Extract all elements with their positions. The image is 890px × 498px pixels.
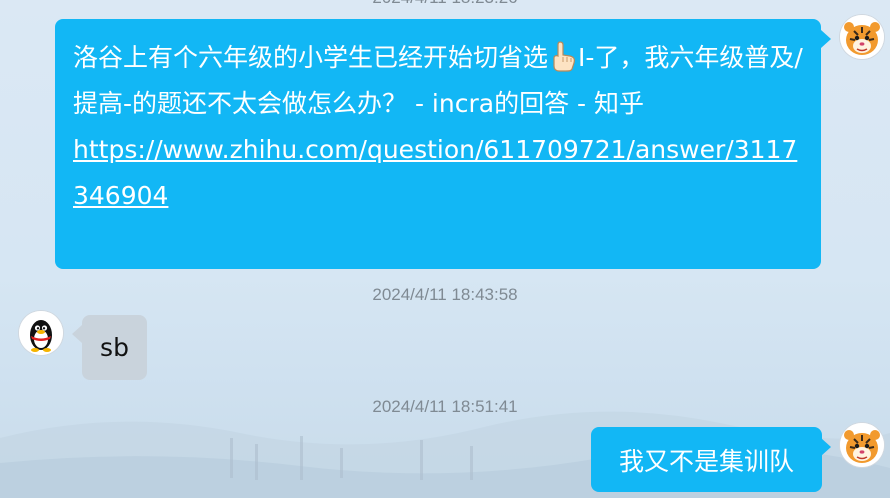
tiger-avatar[interactable] xyxy=(840,15,884,59)
bubble-tail xyxy=(821,30,831,48)
incoming-message-bubble[interactable]: sb xyxy=(82,315,147,380)
bubble-tail xyxy=(72,325,82,343)
message-text: sb xyxy=(100,333,129,362)
qq-penguin-avatar[interactable] xyxy=(19,311,63,355)
tiger-avatar[interactable] xyxy=(840,423,884,467)
message-timestamp: 2024/4/11 18:51:41 xyxy=(372,397,518,416)
message-text: 洛谷上有个六年级的小学生已经开始切省选 xyxy=(73,43,549,72)
bubble-tail xyxy=(821,438,831,456)
index-finger-up-emoji-icon xyxy=(548,40,578,72)
outgoing-message-bubble[interactable]: 我又不是集训队 xyxy=(591,427,822,492)
message-text: 我又不是集训队 xyxy=(618,446,794,476)
outgoing-message-bubble[interactable]: 洛谷上有个六年级的小学生已经开始切省选 I-了，我六年级普及/提高-的题还不太会… xyxy=(55,19,821,269)
zhihu-link[interactable]: https://www.zhihu.com/question/611709721… xyxy=(73,135,797,210)
message-timestamp: 2024/4/11 18:43:58 xyxy=(372,285,518,304)
message-timestamp: 2024/4/11 18:23:26 xyxy=(0,0,890,8)
